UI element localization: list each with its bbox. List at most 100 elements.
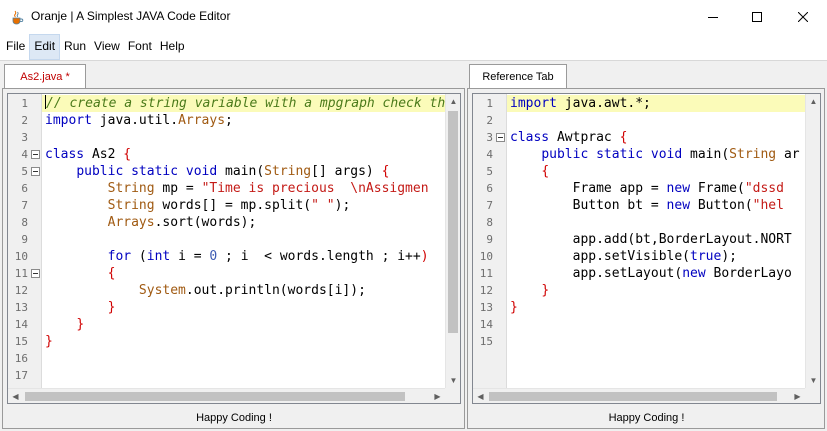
line-number: 14 — [479, 318, 493, 331]
code-token: Button( — [690, 198, 753, 213]
code-token: ); — [334, 198, 351, 213]
menu-font[interactable]: Font — [124, 34, 156, 60]
line-number: 3 — [21, 131, 28, 144]
code-line: { — [507, 163, 805, 180]
fold-toggle-icon[interactable] — [496, 133, 505, 142]
code-editor[interactable]: 1 2 3 4 5 6 7 8 9 10 11 12 13 14 15 16 17 // create a st… — [7, 93, 461, 404]
code-token: i = — [170, 249, 210, 264]
line-number: 4 — [486, 148, 493, 161]
code-line: } — [507, 282, 805, 299]
menu-bar: File Edit Run View Font Help — [0, 33, 827, 60]
line-number: 12 — [14, 284, 28, 297]
line-number: 12 — [479, 284, 493, 297]
fold-toggle-icon[interactable] — [31, 167, 40, 176]
scroll-left-icon[interactable]: ◀ — [8, 389, 23, 403]
menu-view[interactable]: View — [90, 34, 124, 60]
vertical-scrollbar[interactable]: ▲ ▼ — [805, 94, 820, 388]
code-token: app.add(bt,BorderLayout.NORT — [510, 232, 792, 247]
code-token: { — [541, 164, 550, 179]
vertical-scroll-thumb[interactable] — [448, 111, 458, 333]
title-bar[interactable]: Oranje | A Simplest JAVA Code Editor — [0, 0, 827, 33]
code-line: Frame app = new Frame("dssd — [507, 180, 805, 197]
horizontal-scrollbar[interactable]: ◀ ▶ — [473, 388, 805, 403]
horizontal-scrollbar[interactable]: ◀ ▶ — [8, 388, 445, 403]
scroll-down-icon[interactable]: ▼ — [806, 373, 820, 388]
code-token: [] args) — [311, 164, 382, 179]
scroll-corner — [445, 388, 460, 403]
scroll-down-icon[interactable]: ▼ — [446, 373, 460, 388]
line-number-gutter: 1 2 3 4 5 6 7 8 9 10 11 12 13 14 15 16 17 — [8, 94, 42, 388]
fold-toggle-icon[interactable] — [31, 269, 40, 278]
reference-editor[interactable]: 1 2 3 4 5 6 7 8 9 10 11 12 13 14 15 import java.awt.*;… — [472, 93, 821, 404]
menu-run[interactable]: Run — [60, 34, 90, 60]
code-token: String — [107, 181, 155, 196]
code-token: } — [45, 334, 53, 349]
line-number: 6 — [21, 182, 28, 195]
line-number: 3 — [486, 131, 493, 144]
maximize-button[interactable] — [734, 0, 780, 33]
scroll-left-icon[interactable]: ◀ — [473, 389, 488, 403]
minimize-icon — [708, 16, 718, 18]
close-button[interactable] — [780, 0, 826, 33]
line-number: 1 — [486, 97, 493, 110]
code-line: public static void main(String ar — [507, 146, 805, 163]
code-token: new — [666, 181, 691, 196]
code-token: Arrays — [178, 113, 226, 128]
line-number: 13 — [479, 301, 493, 314]
code-token: { — [123, 147, 132, 162]
line-number: 2 — [21, 114, 28, 127]
close-icon — [798, 11, 808, 22]
line-number: 13 — [14, 301, 28, 314]
code-token: "dssd — [744, 181, 784, 196]
java-cup-icon — [9, 9, 25, 25]
status-text: Happy Coding ! — [608, 412, 685, 424]
line-number: 6 — [486, 182, 493, 195]
code-line: } — [42, 299, 445, 316]
tab-reference[interactable]: Reference Tab — [469, 64, 567, 89]
menu-file[interactable]: File — [2, 34, 29, 60]
reference-pane: Reference Tab 1 2 3 4 5 6 7 8 9 10 11 12 13 14 15 impo… — [467, 62, 825, 429]
code-token: .sort(words); — [154, 215, 257, 230]
reference-pane-body: 1 2 3 4 5 6 7 8 9 10 11 12 13 14 15 import java.awt.*;… — [467, 88, 825, 429]
line-number: 7 — [21, 199, 28, 212]
line-number-gutter: 1 2 3 4 5 6 7 8 9 10 11 12 13 14 15 — [473, 94, 507, 388]
minimize-button[interactable] — [690, 0, 736, 33]
code-token: " " — [311, 198, 335, 213]
tab-as2-java[interactable]: As2.java * — [4, 64, 86, 89]
editor-pane-body: 1 2 3 4 5 6 7 8 9 10 11 12 13 14 15 16 17 // create a st… — [2, 88, 465, 429]
window-title: Oranje | A Simplest JAVA Code Editor — [31, 9, 231, 23]
code-token: class — [510, 130, 550, 145]
menu-edit[interactable]: Edit — [29, 33, 61, 60]
horizontal-scroll-thumb[interactable] — [25, 392, 405, 401]
menu-separator — [0, 60, 827, 61]
code-token: } — [510, 300, 518, 315]
code-token: public static void — [541, 147, 683, 162]
editor-pane: As2.java * 1 2 3 4 5 6 7 8 9 10 11 12 13 14 15 16 17 // … — [2, 62, 465, 429]
vertical-scrollbar[interactable]: ▲ ▼ — [445, 94, 460, 388]
code-line: String mp = "Time is precious \nAssigmen — [42, 180, 445, 197]
line-number: 10 — [14, 250, 28, 263]
code-text-area[interactable]: // create a string variable with a mpgra… — [42, 94, 445, 388]
code-token: ; — [225, 113, 233, 128]
line-number: 4 — [21, 148, 28, 161]
code-token: mp = — [154, 181, 202, 196]
scroll-up-icon[interactable]: ▲ — [806, 94, 820, 109]
code-token: { — [619, 130, 628, 145]
horizontal-scroll-thumb[interactable] — [489, 392, 777, 401]
fold-toggle-icon[interactable] — [31, 150, 40, 159]
menu-help[interactable]: Help — [156, 34, 189, 60]
line-number: 5 — [21, 165, 28, 178]
scroll-up-icon[interactable]: ▲ — [446, 94, 460, 109]
code-token: new — [666, 198, 691, 213]
scroll-right-icon[interactable]: ▶ — [790, 389, 805, 403]
code-text-area[interactable]: import java.awt.*; class Awtprac { public… — [507, 94, 805, 388]
scroll-right-icon[interactable]: ▶ — [430, 389, 445, 403]
